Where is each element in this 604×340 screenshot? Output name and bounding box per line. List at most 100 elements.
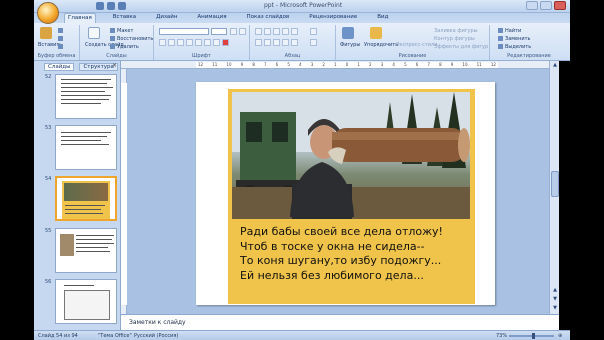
justify-icon[interactable] — [282, 39, 289, 46]
delete-label: Удалить — [117, 44, 139, 50]
quick-styles-button[interactable]: Экспресс-стили — [396, 42, 437, 48]
tab-animation[interactable]: Анимация — [194, 13, 229, 23]
replace-button[interactable]: Заменить — [498, 36, 531, 42]
shape-fill-button[interactable]: Заливка фигуры — [434, 28, 478, 34]
slide-frame: Ради бабы своей все дела отложу! Чтоб в … — [228, 89, 475, 304]
slide-thumbnail-52[interactable] — [55, 74, 117, 119]
reset-button[interactable]: Восстановить — [110, 36, 153, 42]
slide-counter: Слайд 54 из 94 — [38, 333, 78, 339]
undo-icon[interactable] — [107, 2, 115, 10]
numbering-icon[interactable] — [264, 28, 271, 35]
layout-button[interactable]: Макет — [110, 28, 133, 34]
strikethrough-icon[interactable] — [186, 39, 193, 46]
slide-thumbnail-53[interactable] — [55, 125, 117, 170]
close-button[interactable] — [554, 1, 566, 10]
office-button[interactable] — [37, 2, 59, 24]
ruler-tick: 11 — [212, 62, 218, 67]
delete-button[interactable]: Удалить — [110, 44, 139, 50]
current-slide[interactable]: Ради бабы своей все дела отложу! Чтоб в … — [196, 82, 495, 305]
arrange-icon[interactable] — [370, 27, 382, 39]
ruler-tick: 1 — [334, 62, 337, 67]
scroll-up-icon[interactable]: ▲ — [551, 62, 559, 70]
close-icon[interactable]: × — [112, 62, 117, 69]
ruler-tick: 3 — [310, 62, 314, 67]
maximize-button[interactable] — [540, 1, 552, 10]
language-indicator[interactable]: Русский (Россия) — [134, 333, 178, 339]
case-icon[interactable] — [213, 39, 220, 46]
decrease-indent-icon[interactable] — [273, 28, 280, 35]
poem-text[interactable]: Ради бабы своей все дела отложу! Чтоб в … — [240, 225, 472, 284]
shape-effects-button[interactable]: Эффекты для фигур — [434, 44, 488, 50]
drawing-group: Фигуры Упорядочить Экспресс-стили Заливк… — [336, 25, 490, 60]
smartart-icon[interactable] — [310, 39, 317, 46]
next-slide-icon[interactable]: ▼ — [551, 296, 559, 304]
ruler-tick: 1 — [357, 62, 360, 67]
cut-icon[interactable] — [58, 28, 65, 34]
slides-pane: Слайды Структура × 52 53 54 55 56 — [34, 61, 121, 330]
underline-icon[interactable] — [177, 39, 184, 46]
tab-review[interactable]: Рецензирование — [306, 13, 360, 23]
tab-insert[interactable]: Вставка — [110, 13, 139, 23]
ruler-tick: 4 — [392, 62, 395, 67]
align-left-icon[interactable] — [255, 39, 262, 46]
copy-icon[interactable] — [58, 36, 65, 42]
tab-view[interactable]: Вид — [374, 13, 391, 23]
line-spacing-icon[interactable] — [291, 28, 298, 35]
reset-label: Восстановить — [117, 36, 154, 42]
paragraph-group: Абзац — [250, 25, 336, 60]
align-center-icon[interactable] — [264, 39, 271, 46]
paste-icon[interactable] — [40, 27, 52, 39]
increase-indent-icon[interactable] — [282, 28, 289, 35]
slide-photo[interactable] — [232, 92, 470, 219]
bold-icon[interactable] — [159, 39, 166, 46]
slide-number: 53 — [45, 125, 52, 131]
font-size-select[interactable] — [211, 28, 227, 35]
arrange-button[interactable]: Упорядочить — [364, 42, 398, 48]
shapes-button[interactable]: Фигуры — [340, 42, 360, 48]
font-name-select[interactable] — [159, 28, 209, 35]
fit-window-icon[interactable]: ⊕ — [558, 333, 562, 339]
slide-thumbnail-56[interactable] — [55, 279, 117, 324]
theme-name: "Тема Office" — [98, 333, 132, 339]
scroll-down-icon[interactable]: ▼ — [551, 305, 559, 313]
bullets-icon[interactable] — [255, 28, 262, 35]
notes-pane[interactable]: Заметки к слайду — [121, 314, 559, 330]
tab-slideshow[interactable]: Показ слайдов — [244, 13, 293, 23]
minimize-button[interactable] — [526, 1, 538, 10]
ruler-tick: 12 — [490, 62, 496, 67]
tab-design[interactable]: Дизайн — [153, 13, 180, 23]
columns-icon[interactable] — [291, 39, 298, 46]
slide-thumbnail-55[interactable] — [55, 228, 117, 273]
font-color-icon[interactable] — [222, 39, 229, 46]
paragraph-group-label: Абзац — [284, 53, 301, 59]
slide-thumbnail-54[interactable] — [55, 176, 117, 221]
select-button[interactable]: Выделить — [498, 44, 531, 50]
save-icon[interactable] — [96, 2, 104, 10]
scrollbar-thumb[interactable] — [551, 171, 559, 197]
grow-font-icon[interactable] — [230, 28, 237, 35]
ruler-tick: 11 — [476, 62, 482, 67]
ruler-tick: 8 — [439, 62, 442, 67]
format-painter-icon[interactable] — [58, 44, 65, 50]
shadow-icon[interactable] — [195, 39, 202, 46]
slide-number: 56 — [45, 279, 52, 285]
redo-icon[interactable] — [118, 2, 126, 10]
replace-label: Заменить — [505, 36, 531, 42]
tab-home[interactable]: Главная — [64, 13, 96, 23]
clear-format-icon[interactable] — [239, 28, 246, 35]
vertical-scrollbar[interactable]: ▲ ▲ ▼ ▼ — [549, 61, 559, 314]
spacing-icon[interactable] — [204, 39, 211, 46]
previous-slide-icon[interactable]: ▲ — [551, 287, 559, 295]
text-direction-icon[interactable] — [310, 28, 317, 35]
select-label: Выделить — [505, 44, 532, 50]
zoom-level[interactable]: 73% — [496, 333, 507, 339]
new-slide-icon[interactable] — [88, 27, 100, 39]
italic-icon[interactable] — [168, 39, 175, 46]
zoom-slider-knob[interactable] — [532, 333, 535, 339]
align-right-icon[interactable] — [273, 39, 280, 46]
find-button[interactable]: Найти — [498, 28, 521, 34]
shapes-icon[interactable] — [342, 27, 354, 39]
tab-slides[interactable]: Слайды — [44, 63, 75, 71]
ruler-tick: 12 — [198, 62, 204, 67]
shape-outline-button[interactable]: Контур фигуры — [434, 36, 475, 42]
